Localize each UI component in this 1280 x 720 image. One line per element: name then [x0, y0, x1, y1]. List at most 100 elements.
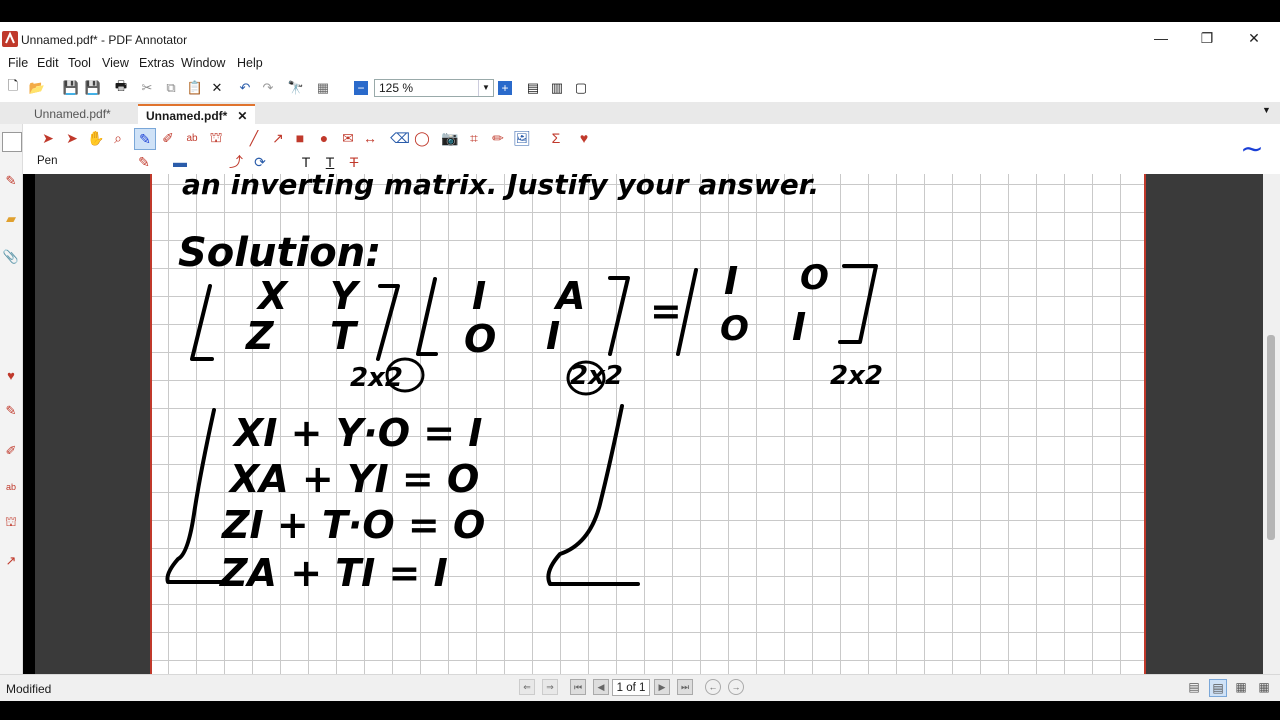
cut-icon[interactable]: ✂	[138, 79, 156, 97]
tab-bar: Unnamed.pdf* Unnamed.pdf* ✕ ▼	[0, 102, 1280, 125]
sum-icon[interactable]: Σ	[546, 128, 566, 148]
new-icon[interactable]: 🗋	[4, 78, 22, 97]
matrix-i11: I	[724, 259, 738, 303]
page-indicator[interactable]: 1 of 1	[612, 679, 650, 696]
annotations-icon[interactable]: ✎	[2, 172, 20, 190]
highlighter-icon[interactable]: ✐	[158, 128, 178, 148]
text-underline-icon[interactable]: T	[320, 152, 340, 172]
favorites-heart-icon[interactable]: ♥	[574, 128, 594, 148]
tab-document-1[interactable]: Unnamed.pdf*	[26, 104, 119, 124]
print-icon[interactable]: 🖶	[112, 78, 130, 97]
solution-heading: Solution:	[178, 230, 381, 276]
copy-icon[interactable]: ⧉	[162, 79, 180, 97]
chevron-down-icon[interactable]: ▼	[478, 80, 493, 96]
menu-file[interactable]: File	[8, 56, 28, 70]
app-icon	[2, 31, 18, 47]
hand-icon[interactable]: ✋	[86, 128, 106, 148]
menu-window[interactable]: Window	[181, 56, 225, 70]
pen-color-icon[interactable]: ✎	[134, 152, 154, 172]
fav-arrow-icon[interactable]: ↗	[2, 552, 20, 570]
zoom-out-icon[interactable]: −	[354, 81, 368, 95]
eraser-icon[interactable]: ⌫	[390, 128, 410, 148]
scrollbar-thumb[interactable]	[1267, 335, 1275, 540]
save-icon[interactable]: 💾	[62, 79, 80, 97]
fit-page-icon[interactable]: ▤	[524, 79, 542, 97]
menu-extras[interactable]: Extras	[139, 56, 174, 70]
page-thumbnail-icon[interactable]	[2, 132, 22, 152]
restore-button[interactable]: ❐	[1184, 22, 1230, 54]
single-page-view-icon[interactable]: ▤	[1186, 679, 1202, 695]
measure-icon[interactable]: ↔	[360, 128, 380, 148]
back-icon[interactable]: ←	[705, 679, 721, 695]
tab-close-icon[interactable]: ✕	[237, 109, 247, 123]
text-box-icon[interactable]: ab	[182, 128, 202, 148]
matrix-a21: O	[464, 317, 496, 361]
equals-sign: =	[650, 289, 682, 333]
equation-3: ZI + T·O = O	[221, 503, 485, 547]
favorites-icon[interactable]: ♥	[2, 366, 20, 384]
line-icon[interactable]: ╱	[244, 128, 264, 148]
fav-pen-icon[interactable]: ✎	[2, 402, 20, 420]
rectangle-icon[interactable]: ■	[290, 128, 310, 148]
text-strike-icon[interactable]: T	[344, 152, 364, 172]
marker-icon[interactable]: ✏	[488, 128, 508, 148]
pen-preview-icon: ∼	[1240, 132, 1264, 164]
minimize-button[interactable]: —	[1138, 22, 1184, 54]
next-page-button[interactable]: ▶	[654, 679, 670, 695]
fit-width-icon[interactable]: ▥	[548, 79, 566, 97]
open-icon[interactable]: 📂	[28, 79, 46, 97]
text-style-icon[interactable]: T	[296, 152, 316, 172]
camera-icon[interactable]: 📷	[440, 128, 460, 148]
fav-highlighter-icon[interactable]: ✐	[2, 442, 20, 460]
two-page-continuous-view-icon[interactable]: ▦	[1256, 679, 1272, 695]
find-icon[interactable]: 🔭	[287, 79, 305, 97]
menu-help[interactable]: Help	[237, 56, 263, 70]
ellipse-icon[interactable]: ●	[314, 128, 334, 148]
full-screen-icon[interactable]: ▢	[572, 79, 590, 97]
smoothing-icon[interactable]: ⟳	[250, 152, 270, 172]
zoom-in-icon[interactable]: +	[498, 81, 512, 95]
select-arrow-icon[interactable]: ➤	[38, 128, 58, 148]
last-page-button[interactable]: ⏭	[677, 679, 693, 695]
undo-icon[interactable]: ↶	[236, 79, 254, 97]
stamp-icon[interactable]: ⛫	[206, 128, 226, 148]
select-text-icon[interactable]: ➤	[62, 128, 82, 148]
continuous-view-icon[interactable]: ▤	[1209, 679, 1227, 697]
two-page-view-icon[interactable]: ▦	[1233, 679, 1249, 695]
history-back-icon[interactable]: ⇐	[519, 679, 535, 695]
pen-tool-icon[interactable]: ✎	[134, 128, 156, 150]
tool-ribbon: ➤ ➤ ✋ ⌕ ✎ ✐ ab ⛫ ╱ ↗ ■ ● ✉ ↔ ⌫ ◯ 📷 ⌗ ✏ 🖼…	[0, 124, 1280, 174]
close-button[interactable]: ✕	[1231, 22, 1277, 54]
zoom-value: 125 %	[379, 81, 414, 95]
bookmarks-icon[interactable]: ▰	[2, 210, 20, 228]
page-layout-icon[interactable]: ▦	[314, 79, 332, 97]
zoom-select[interactable]: 125 % ▼	[374, 79, 494, 97]
lasso-icon[interactable]: ◯	[412, 128, 432, 148]
save-as-icon[interactable]: 💾	[84, 79, 102, 97]
fav-stamp-icon[interactable]: ⛫	[2, 514, 20, 532]
menu-edit[interactable]: Edit	[37, 56, 59, 70]
crop-icon[interactable]: ⌗	[464, 128, 484, 148]
history-forward-icon[interactable]: ⇒	[542, 679, 558, 695]
attachments-icon[interactable]: 📎	[2, 248, 20, 266]
line-width-icon[interactable]: ▬	[170, 152, 190, 172]
matrix-a12: A	[553, 274, 585, 318]
redo-icon[interactable]: ↷	[259, 79, 277, 97]
paste-icon[interactable]: 📋	[186, 79, 204, 97]
tab-list-chevron-icon[interactable]: ▼	[1262, 105, 1271, 115]
magnifier-icon[interactable]: ⌕	[108, 128, 128, 148]
menu-tool[interactable]: Tool	[68, 56, 91, 70]
menu-view[interactable]: View	[102, 56, 129, 70]
prev-page-button[interactable]: ◀	[593, 679, 609, 695]
handwritten-ink: an inverting matrix. Justify your answer…	[165, 174, 883, 595]
tab-document-2[interactable]: Unnamed.pdf* ✕	[138, 104, 256, 125]
delete-icon[interactable]: ✕	[208, 79, 226, 97]
forward-icon[interactable]: →	[728, 679, 744, 695]
main-toolbar: 🗋 📂 💾 💾 🖶 ✂ ⧉ 📋 ✕ ↶ ↷ 🔭 ▦ − 125 % ▼ + ▤ ▥…	[0, 74, 1280, 102]
image-icon[interactable]: 🖼	[512, 128, 532, 148]
curve-icon[interactable]: ⤴	[226, 152, 246, 172]
callout-icon[interactable]: ✉	[338, 128, 358, 148]
fav-textbox-icon[interactable]: ab	[2, 478, 20, 496]
arrow-icon[interactable]: ↗	[268, 128, 288, 148]
first-page-button[interactable]: ⏮	[570, 679, 586, 695]
